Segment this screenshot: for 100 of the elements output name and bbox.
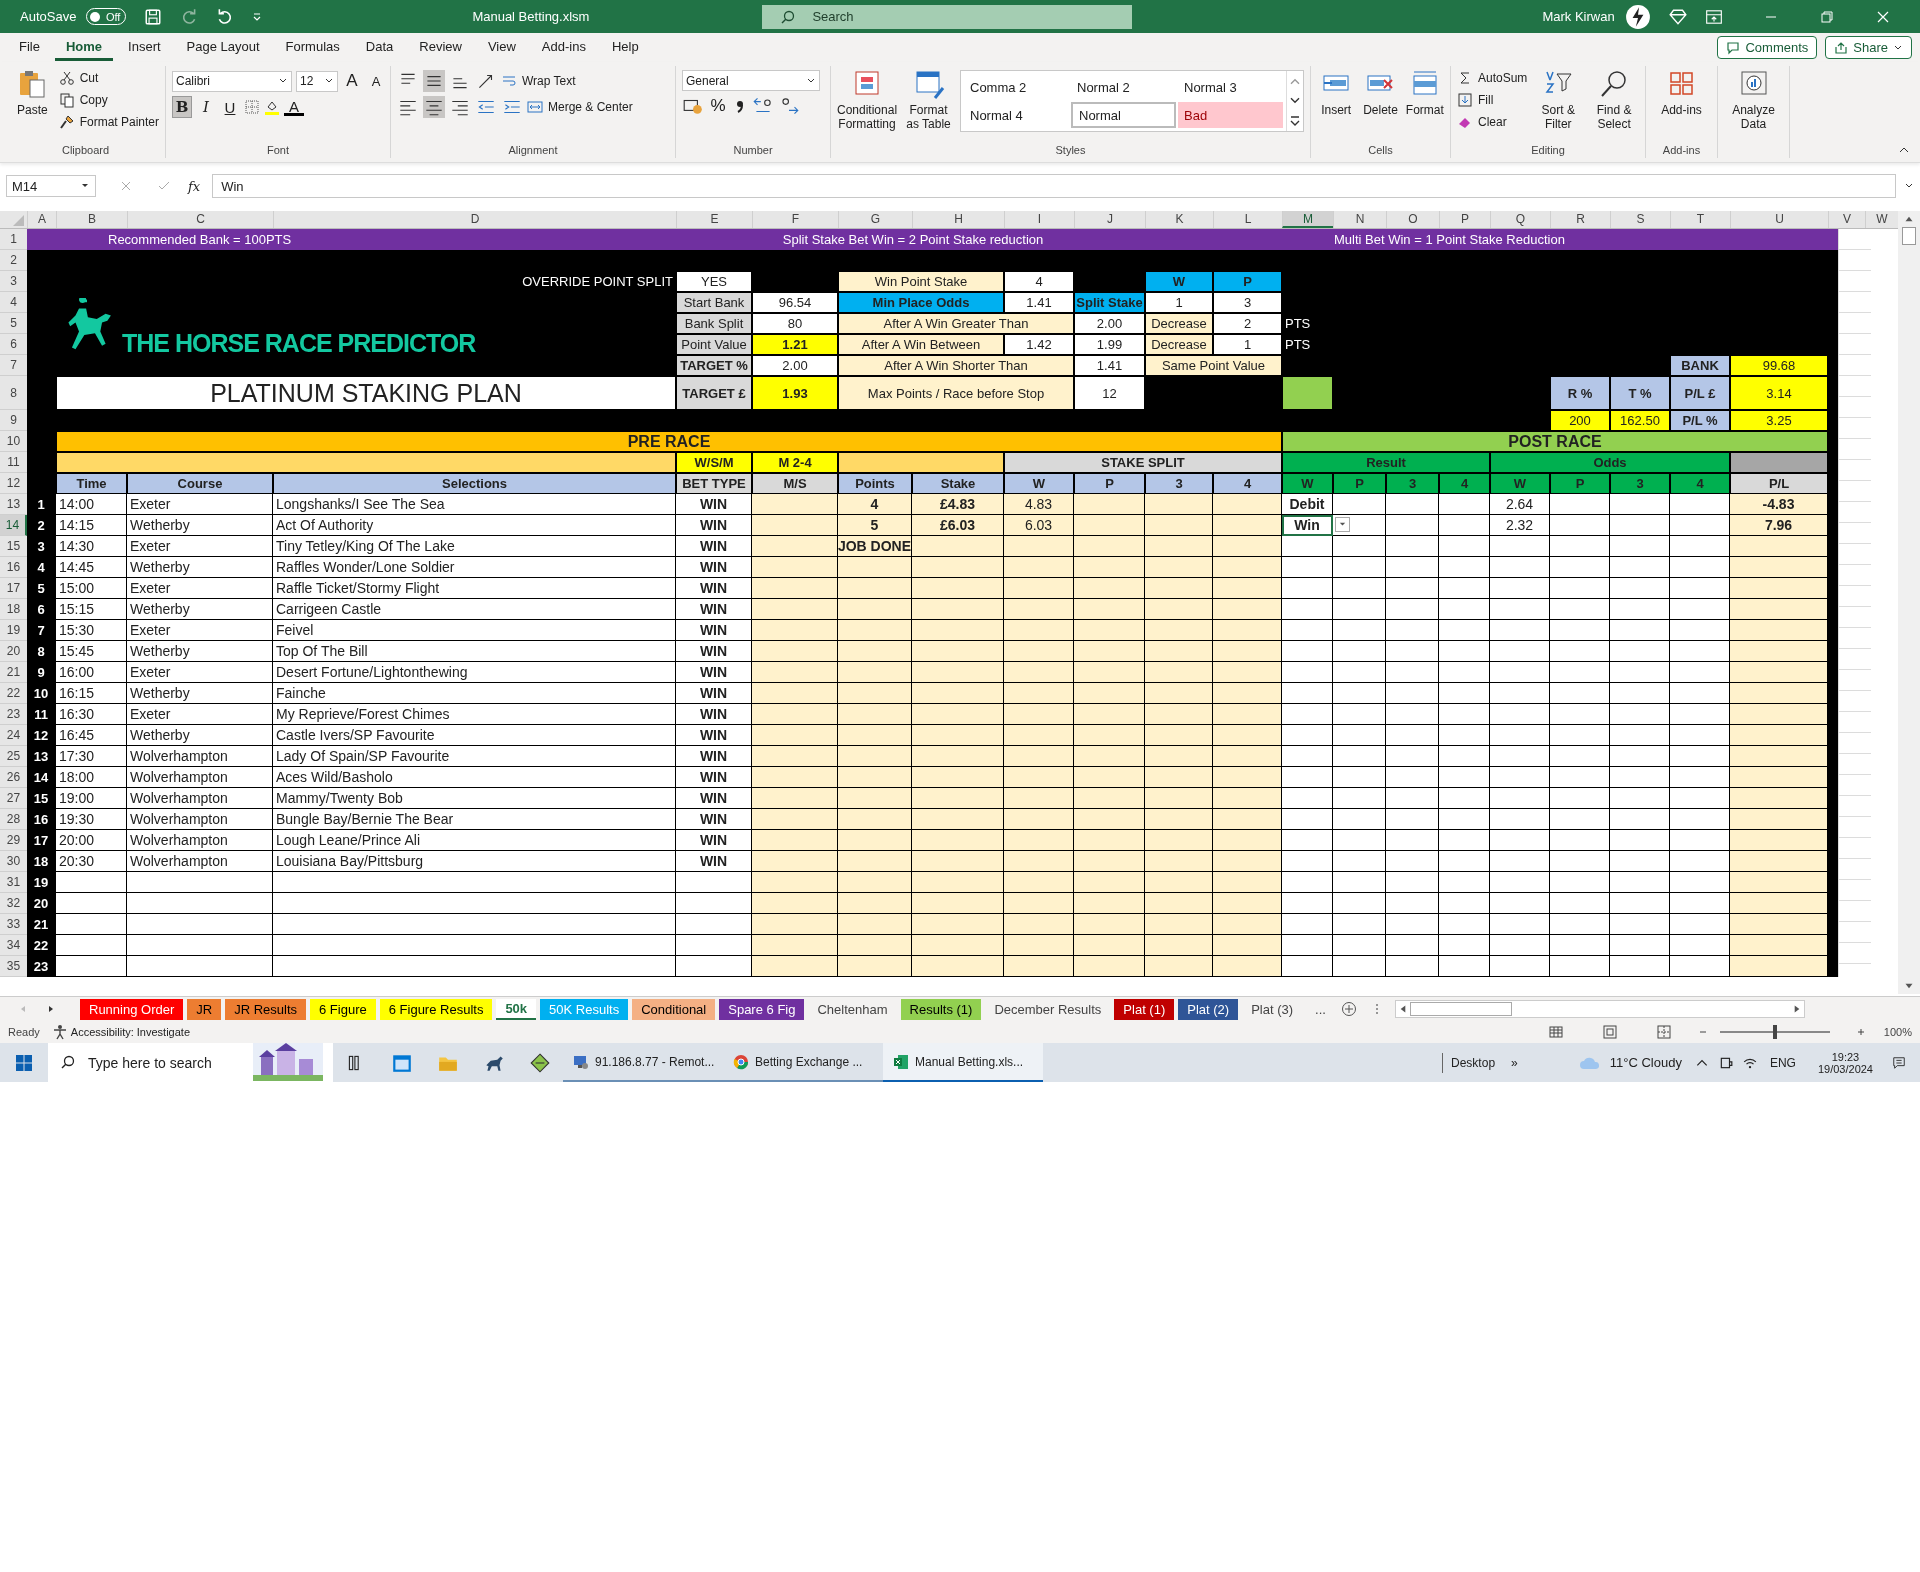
column-header[interactable]: F [752,211,838,228]
cut-button[interactable]: Cut [58,68,159,88]
vertical-align-icon[interactable] [423,70,445,92]
autosum-button[interactable]: AutoSum [1457,68,1528,88]
sheet-tab[interactable]: Running Order [80,998,184,1020]
more-sheets-button[interactable]: ... [1306,998,1335,1020]
menu-tab[interactable]: File [8,34,51,61]
column-header[interactable]: M [1282,211,1333,228]
zoom-in-icon[interactable] [1855,1027,1866,1037]
ribbon-display-icon[interactable] [1704,7,1723,26]
row-header[interactable]: 14 [0,515,27,536]
add-sheet-icon[interactable] [1340,1001,1357,1017]
bold-button[interactable]: B [172,96,192,118]
sheet-tab[interactable]: Cheltenham [808,998,897,1020]
sheet-tab[interactable]: JR [187,998,222,1020]
merge-center-button[interactable]: Merge & Center [527,97,633,117]
toolbar-chevron[interactable]: » [1511,1055,1518,1070]
page-layout-icon[interactable] [1601,1024,1618,1040]
weather-text[interactable]: 11°C Cloudy [1609,1055,1682,1070]
scroll-thumb[interactable] [1902,227,1916,245]
menu-tab[interactable]: Data [354,34,405,61]
zoom-level[interactable]: 100% [1883,1026,1912,1038]
diamond-icon[interactable] [1668,7,1687,26]
diamond-icon[interactable] [529,1051,551,1074]
restore-icon[interactable] [1818,8,1835,25]
language-indicator[interactable]: ENG [1769,1055,1796,1070]
shrink-font-button[interactable]: A [366,70,386,92]
column-header[interactable]: R [1550,211,1610,228]
clear-button[interactable]: Clear [1457,112,1528,132]
windows-icon[interactable] [14,1052,34,1073]
menu-tab[interactable]: Add-ins [530,34,597,61]
paste-button[interactable]: Paste [12,66,53,118]
add-ins-button[interactable]: Add-ins [1652,66,1711,118]
sheet-tab[interactable]: 6 Figure Results [379,998,493,1020]
cell-style-option[interactable]: Bad [1178,102,1283,128]
name-box[interactable]: M14 [6,175,96,197]
formula-field[interactable]: Win [212,174,1896,198]
analyze-data-button[interactable]: Analyze Data [1724,66,1783,132]
cell-style-option[interactable]: Normal 2 [1071,74,1176,100]
search-field[interactable]: Search [762,4,1133,29]
cell-style-option[interactable]: Normal [1071,102,1176,128]
column-header[interactable]: B [56,211,127,228]
format-button[interactable]: Format [1405,66,1444,118]
taskbar-app[interactable]: Manual Betting.xls... [883,1043,1043,1082]
splitter-icon[interactable] [1374,1002,1379,1016]
taskbar-app[interactable]: 91.186.8.77 - Remot... [563,1043,723,1082]
number-format-field[interactable]: General [682,70,820,91]
insert-button[interactable]: Insert [1317,66,1356,118]
column-header[interactable]: O [1386,211,1439,228]
column-header[interactable]: A [27,211,56,228]
italic-button[interactable]: I [196,96,216,118]
menu-tab[interactable]: Help [600,34,650,61]
insert-function-button[interactable]: fx [188,178,201,194]
column-header[interactable]: V [1828,211,1865,228]
column-header[interactable]: T [1670,211,1730,228]
sheet-tab[interactable]: 6 Figure [310,998,376,1020]
comments-button[interactable]: Comments [1717,36,1818,59]
horizontal-align-icon[interactable] [423,96,445,118]
menu-tab[interactable]: Page Layout [175,34,271,61]
notification-icon[interactable] [1892,1055,1906,1070]
column-header[interactable]: N [1333,211,1386,228]
column-header[interactable]: H [912,211,1004,228]
column-header[interactable]: E [676,211,752,228]
column-header[interactable]: U [1730,211,1828,228]
save-icon[interactable] [144,7,163,26]
column-header[interactable]: J [1074,211,1145,228]
zoom-thumb[interactable] [1772,1025,1777,1039]
delete-button[interactable]: Delete [1361,66,1400,118]
column-header[interactable]: D [273,211,676,228]
conditional-formatting-button[interactable]: Conditional Formatting [837,66,898,132]
column-header[interactable]: K [1145,211,1213,228]
user-name[interactable]: Mark Kirwan [1542,9,1615,24]
fill-button[interactable]: Fill [1457,90,1528,110]
sheet-tab[interactable]: Results (1) [900,998,982,1020]
sheet-tab[interactable]: December Results [985,998,1111,1020]
sheet-tab[interactable]: Spare 6 Fig [719,998,805,1020]
column-header[interactable]: G [838,211,912,228]
sheet-tab[interactable]: Conditional [632,998,716,1020]
column-header[interactable]: I [1004,211,1074,228]
clock-date[interactable]: 19/03/2024 [1817,1062,1873,1075]
scroll-thumb[interactable] [1409,1002,1512,1016]
menu-tab[interactable]: View [476,34,527,61]
taskbar-search-field[interactable]: Type here to search [48,1043,253,1082]
normal-view-icon[interactable] [1547,1024,1564,1040]
vertical-scrollbar[interactable] [1898,211,1920,994]
sheet-tab[interactable]: Plat (1) [1114,998,1175,1020]
share-button[interactable]: Share [1825,36,1912,59]
format-painter-button[interactable]: Format Painter [58,112,159,132]
column-header[interactable]: P [1439,211,1490,228]
zoom-slider[interactable] [1719,1025,1830,1039]
cell-style-option[interactable]: Comma 2 [964,74,1069,100]
accessibility-button[interactable]: Accessibility: Investigate [51,1024,190,1040]
font-size-field[interactable]: 12 [296,70,338,92]
clock-time[interactable]: 19:23 [1831,1050,1860,1063]
sort-filter-button[interactable]: Sort & Filter [1533,66,1584,132]
device-icon[interactable] [1718,1055,1733,1070]
file-name[interactable]: Manual Betting.xlsm [472,9,603,24]
grow-font-button[interactable]: A [342,70,362,92]
menu-tab[interactable]: Formulas [274,34,351,61]
wrap-text-button[interactable]: Wrap Text [501,71,576,91]
